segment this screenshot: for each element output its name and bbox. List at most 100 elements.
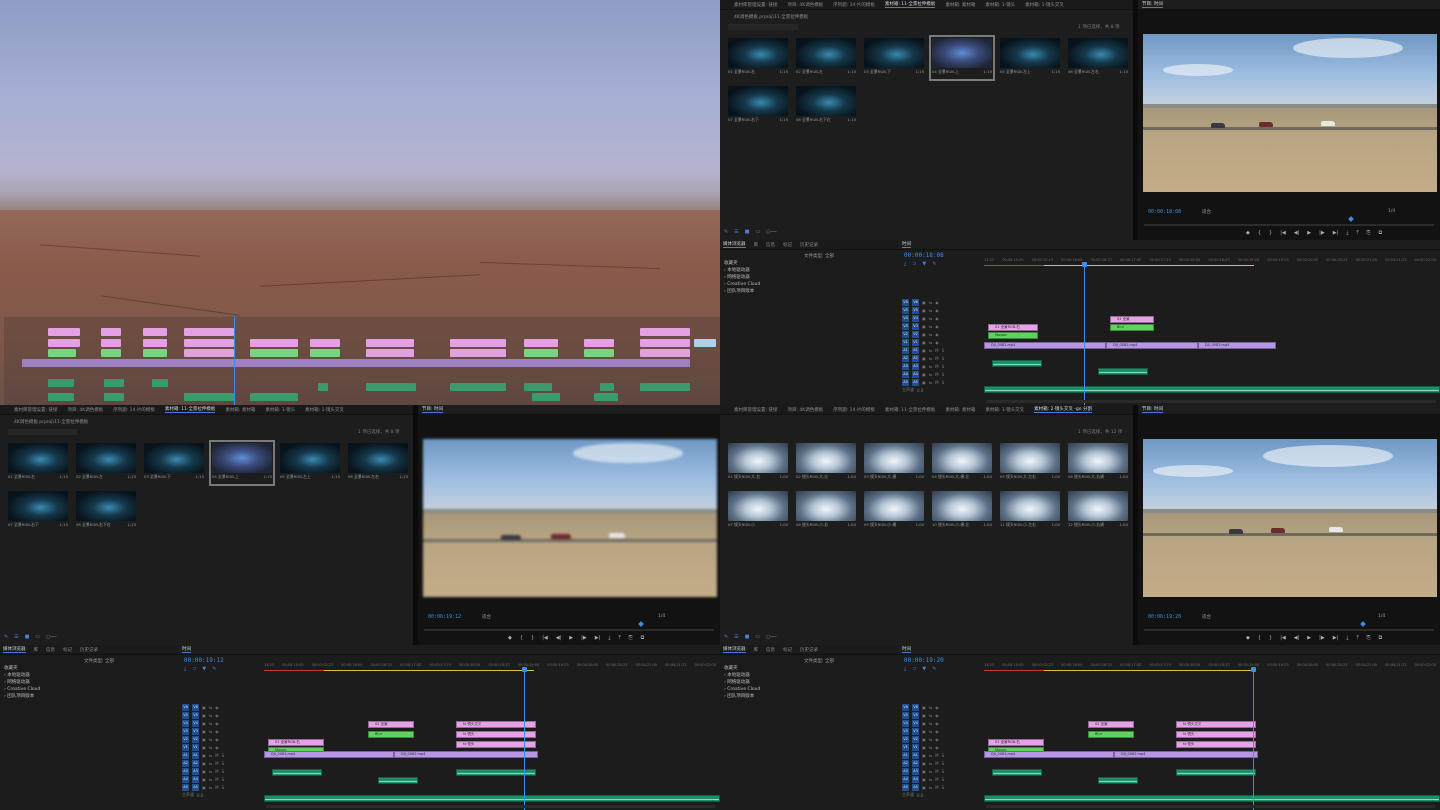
lock-icon[interactable]: ▣	[922, 753, 926, 758]
master-volume[interactable]: 0.0	[917, 793, 923, 798]
tab-2[interactable]: 序列题: 14·片的模板	[113, 407, 155, 413]
track-toggle[interactable]: A1	[912, 751, 919, 759]
video-clip[interactable]: DJI_0082.mp4	[1114, 751, 1258, 758]
mic-icon[interactable]: S	[942, 753, 945, 758]
monitor-playhead[interactable]	[1348, 216, 1354, 222]
eye-icon[interactable]: ◉	[215, 745, 219, 750]
track-toggle[interactable]: V1	[912, 338, 919, 346]
transport-button[interactable]: ⎘	[1367, 635, 1371, 641]
sync-icon[interactable]: ⇆	[929, 713, 932, 718]
clip-thumbnail[interactable]: 04 全景RGB-上 1;15	[209, 440, 275, 486]
monitor-timecode[interactable]: 00:00:19:12	[428, 614, 461, 620]
lock-icon[interactable]: ▣	[202, 769, 206, 774]
transport-button[interactable]: ▶	[569, 635, 573, 641]
eye-icon[interactable]: M	[215, 761, 218, 766]
linked-selection-icon[interactable]: ⊃	[912, 666, 916, 672]
video-clip[interactable]: 02 全景	[368, 721, 414, 728]
tab-3[interactable]: 素材箱: 11·全景拉伸模板	[885, 407, 936, 413]
transport-button[interactable]: {	[1258, 230, 1261, 236]
timeline-tab[interactable]: 时间	[182, 646, 191, 653]
transport-button[interactable]: {	[520, 635, 523, 641]
track-target[interactable]: V2	[902, 735, 909, 743]
tab-5[interactable]: 素材箱: 1·镜头交叉	[985, 407, 1024, 413]
clip-thumbnail[interactable]: 09 镜头RGB-小-横 1;00	[864, 491, 924, 531]
audio-clip[interactable]	[984, 795, 1440, 802]
track-toggle[interactable]: V5	[912, 711, 919, 719]
track-target[interactable]: A3	[182, 767, 189, 775]
tab-4[interactable]: 素材箱: 素材箱	[945, 2, 975, 8]
video-clip[interactable]: 01 全景RGB-右	[988, 739, 1044, 746]
track-target[interactable]: A2	[902, 354, 909, 362]
timeline-ruler[interactable]: 14:23 00:00:15:00 00:00:15:23 00:00:16:00 00…	[984, 258, 1436, 264]
tab-library[interactable]: 库	[754, 647, 759, 653]
timeline-ruler[interactable]: 14:23 00:00:15:00 00:00:15:23 00:00:16:00 00…	[984, 663, 1436, 669]
lock-icon[interactable]: ▣	[202, 705, 206, 710]
mic-icon[interactable]: S	[222, 777, 225, 782]
monitor-timecode[interactable]: 00:00:18:08	[1148, 209, 1181, 215]
clip-thumbnail[interactable]: 08 全景RGB-右下右 1;15	[796, 86, 856, 126]
timeline-scrollbar[interactable]	[266, 805, 716, 808]
tree-item[interactable]: › 网络驱动器	[724, 274, 760, 281]
video-clip[interactable]: DJI_0081.mp4	[984, 342, 1106, 349]
eye-icon[interactable]: M	[935, 364, 938, 369]
sync-icon[interactable]: ⇆	[929, 745, 932, 750]
sync-icon[interactable]: ⇆	[929, 785, 932, 790]
video-clip[interactable]: DJI_0081.mp4	[984, 751, 1114, 758]
transport-button[interactable]: |◀	[1280, 230, 1286, 236]
playhead-handle[interactable]	[522, 667, 527, 672]
sync-icon[interactable]: ⇆	[929, 364, 932, 369]
wrench-icon[interactable]: ✎	[932, 261, 936, 267]
video-clip[interactable]: 02 全景	[1088, 721, 1134, 728]
track-target[interactable]: A1	[902, 751, 909, 759]
tab-history[interactable]: 历史记录	[800, 242, 818, 248]
track-toggle[interactable]: A5	[192, 783, 199, 791]
tab-media-browser[interactable]: 媒体浏览器	[723, 241, 746, 248]
clip-thumbnail[interactable]: 02 全景RGB-左 1;15	[76, 443, 136, 483]
sync-icon[interactable]: ⇆	[929, 705, 932, 710]
track-target[interactable]: A4	[902, 775, 909, 783]
lock-icon[interactable]: ▣	[922, 777, 926, 782]
tree-item[interactable]: › Creative Cloud	[4, 686, 40, 693]
track-target[interactable]: V1	[182, 743, 189, 751]
wrench-icon[interactable]: ✎	[932, 666, 936, 672]
audio-clip[interactable]	[1176, 769, 1256, 776]
lock-icon[interactable]: ▣	[922, 300, 926, 305]
sync-icon[interactable]: ⇆	[929, 324, 932, 329]
sync-icon[interactable]: ⇆	[209, 785, 212, 790]
video-clip[interactable]: fx 镜头	[1176, 731, 1256, 738]
zoom-slider[interactable]: ○──	[46, 634, 56, 640]
tab-3[interactable]: 素材箱: 11·全景拉伸模板	[884, 1, 936, 8]
tab-5[interactable]: 素材箱: 1·镜头	[265, 407, 295, 413]
tab-5[interactable]: 素材箱: 1·镜头	[985, 2, 1015, 8]
mic-icon[interactable]: S	[222, 785, 225, 790]
eye-icon[interactable]: ◉	[935, 308, 939, 313]
clip-thumbnail[interactable]: 04 镜头RGB-大-横-左 1;00	[932, 443, 992, 483]
track-target[interactable]: V5	[902, 306, 909, 314]
linked-selection-icon[interactable]: ⊃	[192, 666, 196, 672]
tab-media-browser[interactable]: 媒体浏览器	[3, 646, 26, 653]
track-toggle[interactable]: V2	[912, 735, 919, 743]
eye-icon[interactable]: ◉	[935, 721, 939, 726]
transport-button[interactable]: ▶|	[595, 635, 601, 641]
freeform-icon[interactable]: ▭	[35, 634, 40, 640]
lock-icon[interactable]: ▣	[922, 316, 926, 321]
tree-item[interactable]: 收藏夹	[724, 665, 760, 672]
eye-icon[interactable]: M	[935, 372, 938, 377]
tab-media-browser[interactable]: 媒体浏览器	[723, 646, 746, 653]
transport-button[interactable]: ⤒	[618, 635, 620, 641]
resolution-dropdown[interactable]: 1/4	[1378, 614, 1385, 619]
track-target[interactable]: V6	[902, 298, 909, 306]
program-monitor-tab[interactable]: 节目: 时间	[1142, 406, 1163, 413]
clip-thumbnail[interactable]: 05 镜头RGB-大-左右 1;00	[1000, 443, 1060, 483]
transport-button[interactable]: ⤓	[608, 635, 610, 641]
sync-icon[interactable]: ⇆	[209, 729, 212, 734]
track-toggle[interactable]: V4	[192, 719, 199, 727]
video-clip[interactable]: DJI_0082.mp4	[394, 751, 538, 758]
snap-icon[interactable]: ⤓	[904, 666, 906, 672]
lock-icon[interactable]: ▣	[922, 372, 926, 377]
track-toggle[interactable]: V1	[192, 743, 199, 751]
transport-button[interactable]: ◀|	[556, 635, 562, 641]
audio-clip[interactable]	[1098, 777, 1138, 784]
fit-dropdown[interactable]: 适合	[482, 614, 491, 620]
icon-view-icon[interactable]: ■	[745, 634, 750, 640]
